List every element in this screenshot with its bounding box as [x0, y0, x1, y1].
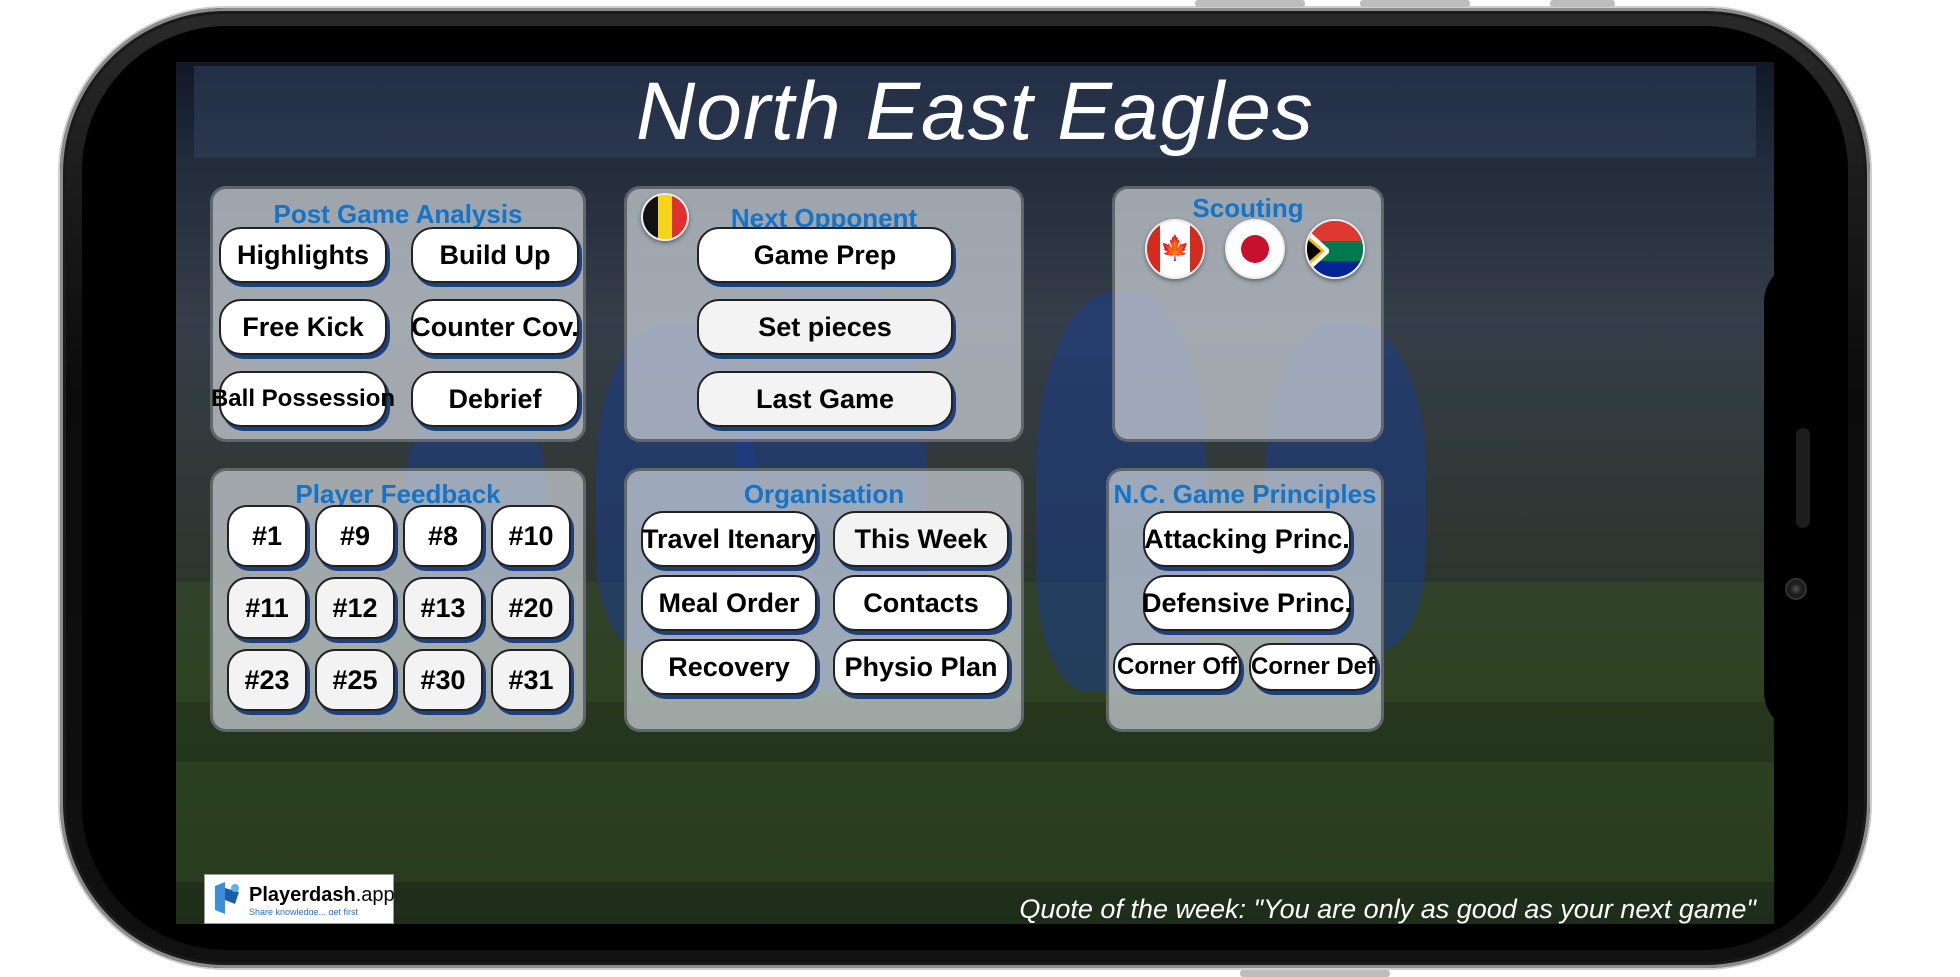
player-30-button[interactable]: #30	[403, 649, 483, 711]
player-10-button[interactable]: #10	[491, 505, 571, 567]
phone-side-button	[1360, 0, 1470, 7]
post-game-analysis-panel: Post Game Analysis Highlights Build Up F…	[210, 186, 586, 442]
logo-tagline: Share knowledge... get first	[249, 906, 359, 915]
south-africa-flag-icon[interactable]	[1305, 219, 1365, 279]
defensive-princ-button[interactable]: Defensive Princ.	[1142, 575, 1352, 631]
game-principles-panel: N.C. Game Principles Attacking Princ. De…	[1106, 468, 1384, 732]
canada-flag-icon[interactable]: 🍁	[1145, 219, 1205, 279]
debrief-button[interactable]: Debrief	[411, 371, 579, 427]
player-11-button[interactable]: #11	[227, 577, 307, 639]
organisation-title: Organisation	[743, 479, 905, 509]
player-13-button[interactable]: #13	[403, 577, 483, 639]
corner-off-button[interactable]: Corner Off	[1113, 643, 1241, 691]
scouting-panel: Scouting 🍁	[1112, 186, 1384, 442]
phone-speaker	[1796, 428, 1810, 528]
logo-suffix: .app	[355, 883, 395, 906]
quote-of-the-week: Quote of the week: "You are only as good…	[1019, 894, 1756, 924]
build-up-button[interactable]: Build Up	[411, 227, 579, 283]
logo-brand: Playerdash	[249, 883, 356, 906]
player-12-button[interactable]: #12	[315, 577, 395, 639]
corner-def-button[interactable]: Corner Def	[1249, 643, 1377, 691]
player-23-button[interactable]: #23	[227, 649, 307, 711]
front-camera-icon	[1785, 578, 1807, 600]
game-prep-button[interactable]: Game Prep	[697, 227, 953, 283]
last-game-button[interactable]: Last Game	[697, 371, 953, 427]
playerdash-logo[interactable]: Playerdash.app Share knowledge... get fi…	[204, 874, 395, 924]
playerdash-logo-mark-icon	[211, 880, 245, 918]
travel-itenary-button[interactable]: Travel Itenary	[641, 511, 817, 567]
highlights-button[interactable]: Highlights	[219, 227, 387, 283]
player-feedback-panel: Player Feedback #1 #9 #8 #10 #11 #12 #13…	[210, 468, 586, 732]
set-pieces-button[interactable]: Set pieces	[697, 299, 953, 355]
player-25-button[interactable]: #25	[315, 649, 395, 711]
player-31-button[interactable]: #31	[491, 649, 571, 711]
phone-side-button	[1195, 0, 1305, 7]
this-week-button[interactable]: This Week	[833, 511, 1009, 567]
player-1-button[interactable]: #1	[227, 505, 307, 567]
japan-flag-icon[interactable]	[1225, 219, 1285, 279]
phone-side-button	[1240, 970, 1390, 977]
header-bar: North East Eagles	[194, 66, 1756, 158]
app-screen: North East Eagles Post Game Analysis Hig…	[176, 62, 1774, 924]
page-title: North East Eagles	[636, 66, 1314, 157]
post-game-analysis-title: Post Game Analysis	[273, 199, 523, 229]
phone-side-button	[1550, 0, 1615, 7]
player-20-button[interactable]: #20	[491, 577, 571, 639]
counter-cov-button[interactable]: Counter Cov.	[411, 299, 579, 355]
contacts-button[interactable]: Contacts	[833, 575, 1009, 631]
recovery-button[interactable]: Recovery	[641, 639, 817, 695]
game-principles-title: N.C. Game Principles	[1113, 479, 1377, 509]
physio-plan-button[interactable]: Physio Plan	[833, 639, 1009, 695]
background-field	[176, 762, 1774, 882]
meal-order-button[interactable]: Meal Order	[641, 575, 817, 631]
player-9-button[interactable]: #9	[315, 505, 395, 567]
organisation-panel: Organisation Travel Itenary This Week Me…	[624, 468, 1024, 732]
attacking-princ-button[interactable]: Attacking Princ.	[1143, 511, 1351, 567]
free-kick-button[interactable]: Free Kick	[219, 299, 387, 355]
next-opponent-panel: Next Opponent Game Prep Set pieces Last …	[624, 186, 1024, 442]
player-8-button[interactable]: #8	[403, 505, 483, 567]
ball-possession-button[interactable]: Ball Possession	[211, 371, 395, 427]
